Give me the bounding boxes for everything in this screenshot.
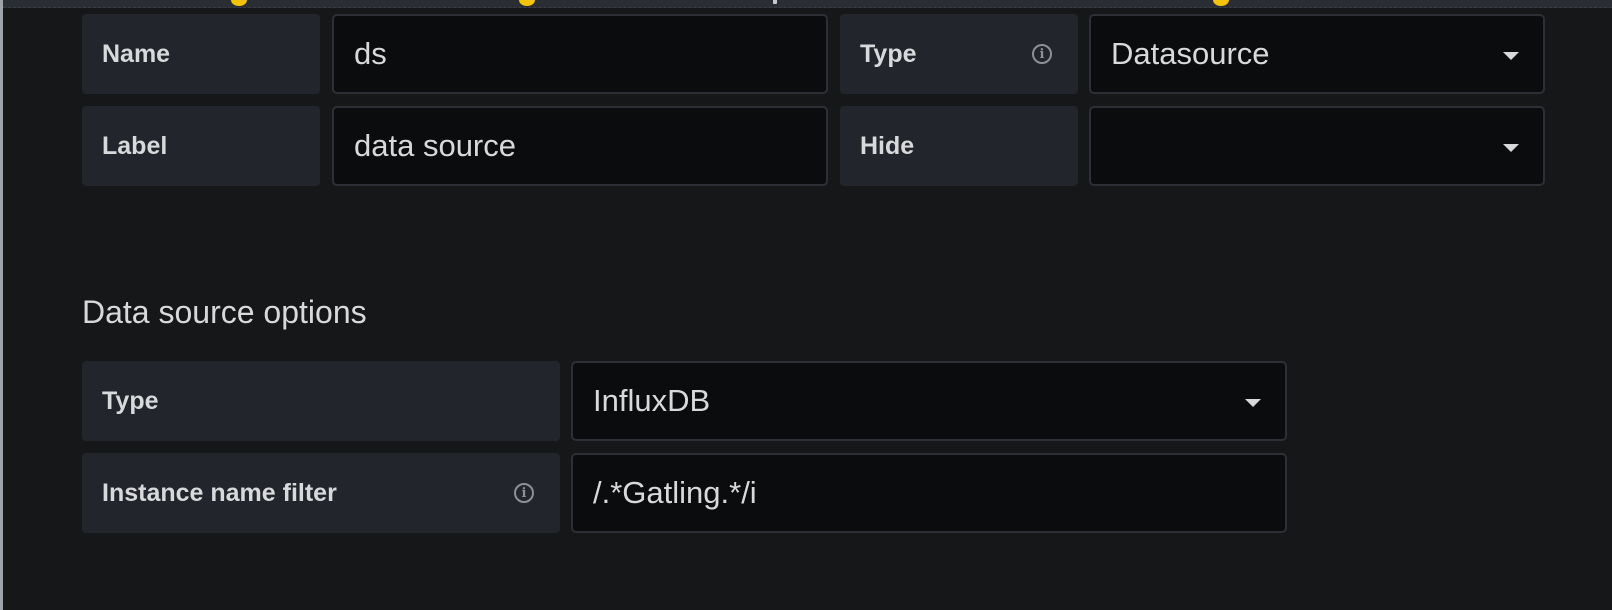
type-label: Type i xyxy=(840,14,1078,94)
label-label-text: Label xyxy=(102,131,168,160)
datasource-type-label-text: Type xyxy=(102,386,159,415)
datasource-type-select-value: InfluxDB xyxy=(593,383,711,418)
info-circle-icon[interactable]: i xyxy=(1032,44,1052,64)
annotation-marker xyxy=(1213,0,1229,6)
top-strip xyxy=(3,0,1612,8)
name-input[interactable]: ds xyxy=(332,14,828,94)
label-input-value: data source xyxy=(354,128,516,163)
label-input[interactable]: data source xyxy=(332,106,828,186)
variable-editor-panel: Name ds Type i Datasource Label data sou… xyxy=(0,0,1612,610)
hide-label: Hide xyxy=(840,106,1078,186)
annotation-marker xyxy=(773,0,777,4)
name-label-text: Name xyxy=(102,39,171,68)
window-edge xyxy=(0,0,3,610)
type-label-text: Type xyxy=(860,39,917,68)
datasource-type-label: Type xyxy=(82,361,560,441)
instance-name-filter-value: /.*Gatling.*/i xyxy=(593,475,757,510)
name-label: Name xyxy=(82,14,320,94)
name-input-value: ds xyxy=(354,36,387,71)
datasource-type-select[interactable]: InfluxDB xyxy=(571,361,1287,441)
instance-name-filter-label: Instance name filter i xyxy=(82,453,560,533)
annotation-marker xyxy=(519,0,535,6)
annotation-marker xyxy=(231,0,247,6)
type-select[interactable]: Datasource xyxy=(1089,14,1545,94)
type-select-value: Datasource xyxy=(1111,36,1270,71)
chevron-down-icon xyxy=(1503,52,1519,60)
hide-select[interactable] xyxy=(1089,106,1545,186)
chevron-down-icon xyxy=(1503,144,1519,152)
hide-label-text: Hide xyxy=(860,131,915,160)
label-label: Label xyxy=(82,106,320,186)
section-title: Data source options xyxy=(82,294,367,330)
chevron-down-icon xyxy=(1245,399,1261,407)
instance-name-filter-input[interactable]: /.*Gatling.*/i xyxy=(571,453,1287,533)
instance-name-filter-label-text: Instance name filter xyxy=(102,478,337,507)
info-circle-icon[interactable]: i xyxy=(514,483,534,503)
